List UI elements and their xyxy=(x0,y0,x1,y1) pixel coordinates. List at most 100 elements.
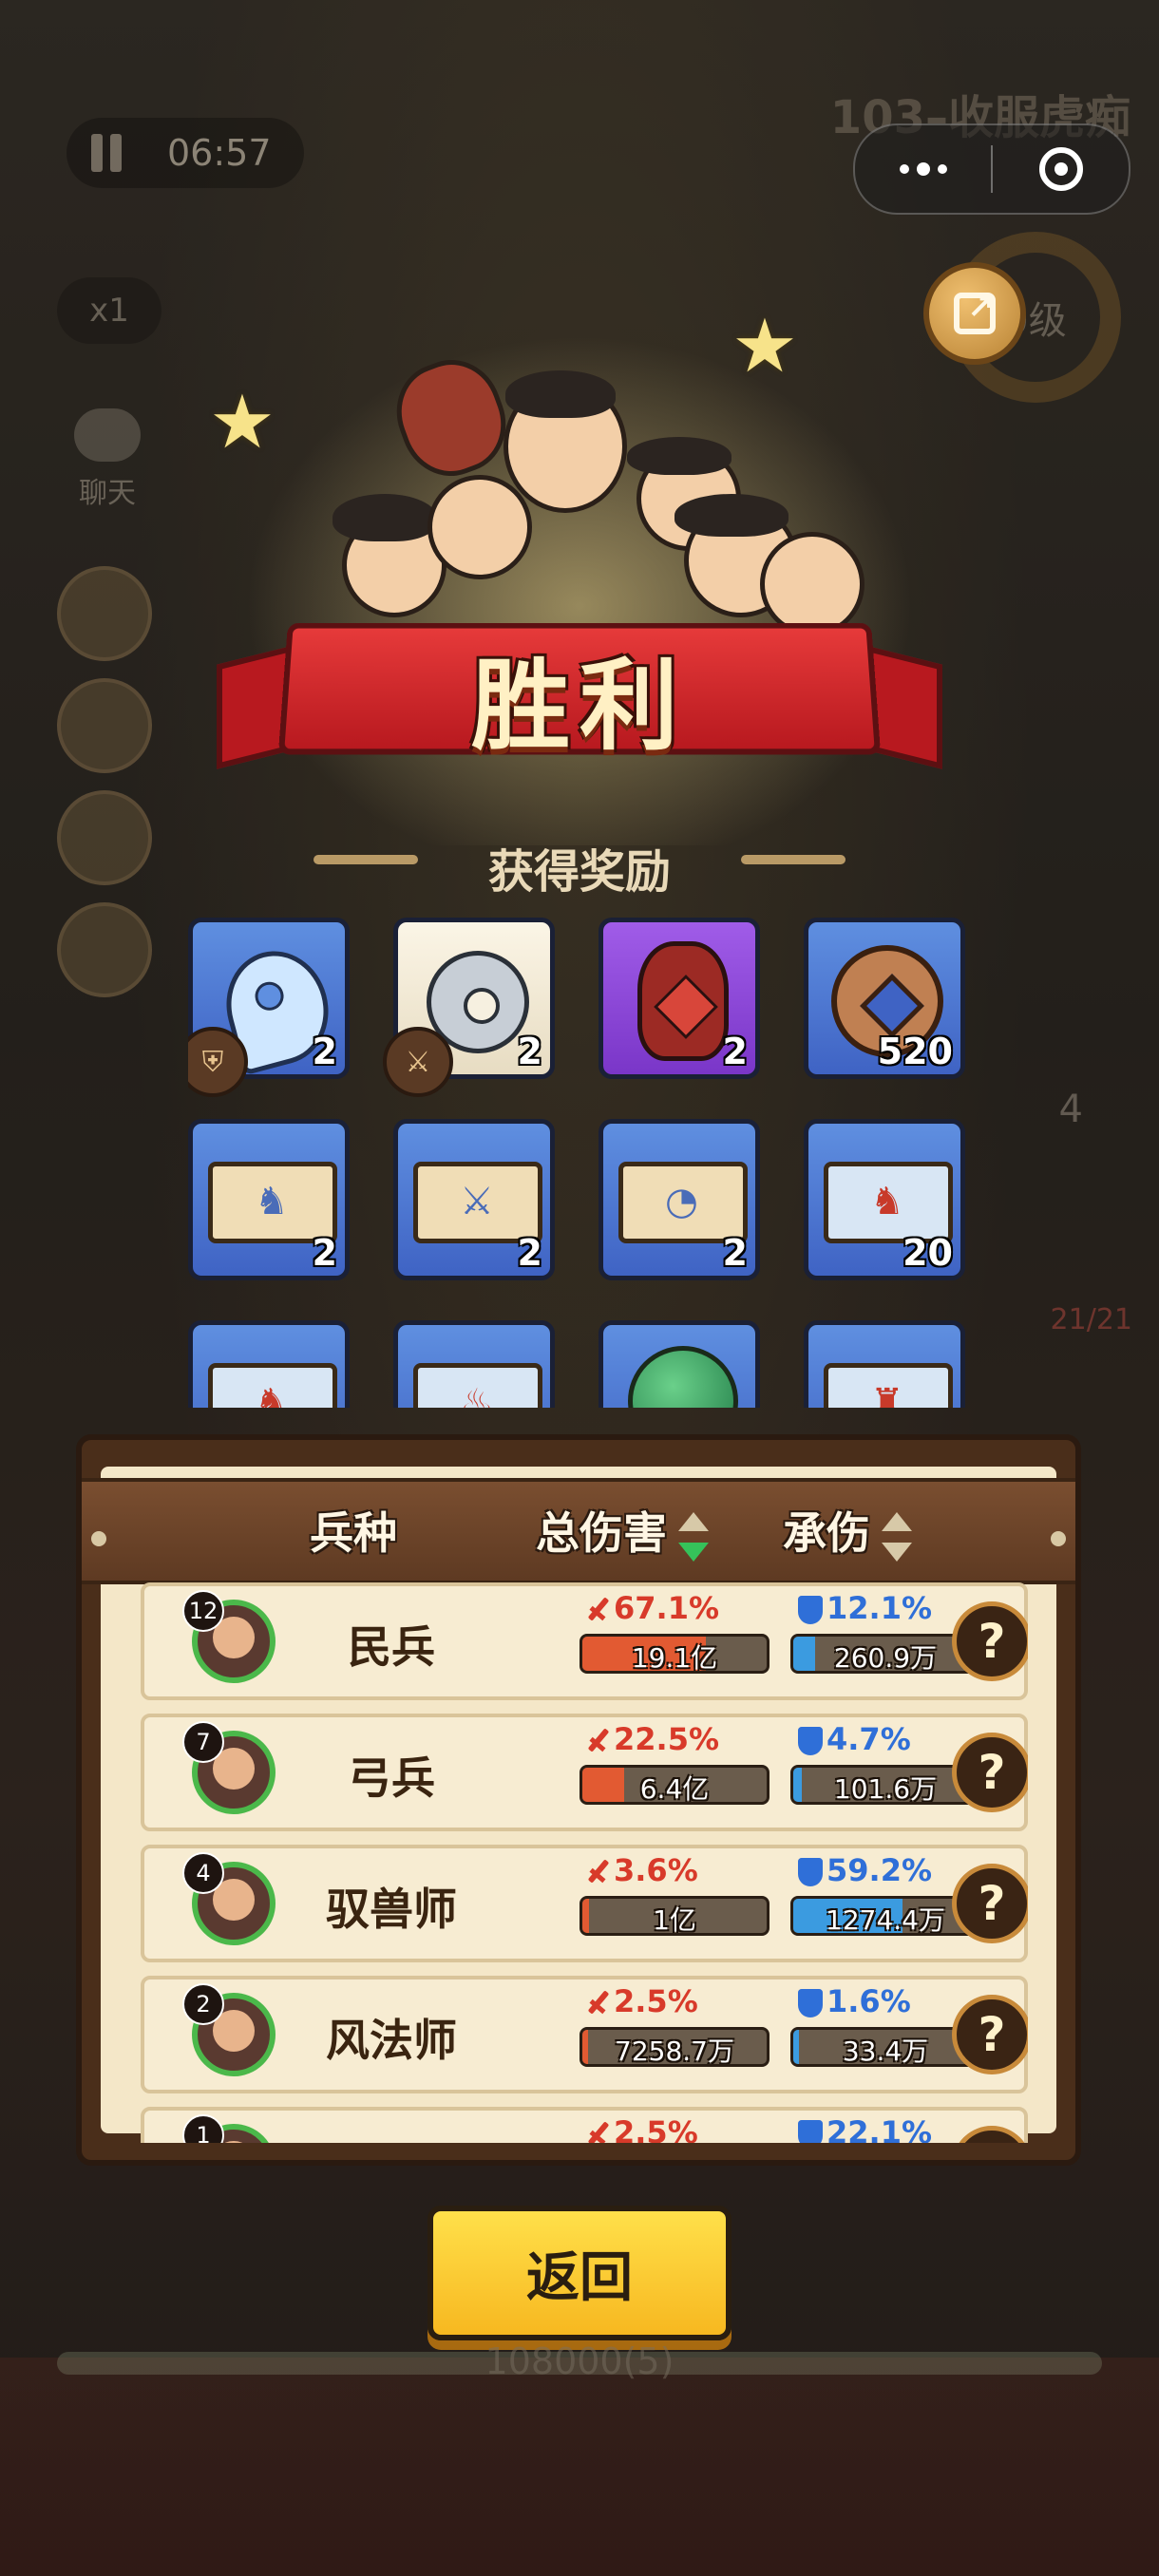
reward-grid: 2 ⛨ 2 ⚔ 2 520 ♞ 2 ⚔ 2 ◔ 2 ♞ 20 ♞ ♨ ♜ xyxy=(188,918,971,1408)
help-button[interactable]: ? xyxy=(952,1864,1028,1943)
raised-jar-art xyxy=(382,346,521,490)
side-hero-list xyxy=(57,566,152,1014)
taken-value: 260.9万 xyxy=(833,1642,938,1674)
damage-percent: 2.5% xyxy=(585,2114,698,2143)
reward-item[interactable]: ♨ xyxy=(393,1320,555,1408)
ground-decoration xyxy=(0,2358,1159,2576)
taken-percent: 12.1% xyxy=(798,1590,932,1626)
unit-name: 弓兵 xyxy=(348,1752,435,1804)
header-rivet xyxy=(91,1531,106,1546)
damage-value: 19.1亿 xyxy=(631,1642,718,1674)
damage-bar: 6.4亿 xyxy=(580,1765,770,1805)
side-hero-avatar xyxy=(57,902,152,997)
stats-rows[interactable]: 12 民兵 67.1% 19.1亿 12.1% 260.9万 ? 7 弓兵 22… xyxy=(141,1582,1028,2143)
reward-title: 获得奖励 xyxy=(487,845,671,899)
reward-item[interactable] xyxy=(598,1320,760,1408)
back-button[interactable]: 返回 xyxy=(428,2206,732,2340)
help-button[interactable]: ? xyxy=(952,1601,1028,1681)
reward-item[interactable]: ♞ xyxy=(188,1320,350,1408)
side-hero-avatar xyxy=(57,678,152,773)
sword-icon xyxy=(585,1596,610,1624)
close-miniprogram-icon[interactable] xyxy=(993,147,1129,191)
taken-percent: 1.6% xyxy=(798,1983,911,2019)
victory-banner: 胜利 xyxy=(217,614,942,781)
reward-item[interactable]: 2 ⚔ xyxy=(383,918,555,1097)
help-button[interactable]: ? xyxy=(952,1733,1028,1812)
damage-header-label: 总伤害 xyxy=(536,1507,667,1559)
speed-button[interactable]: x1 xyxy=(57,277,162,344)
damage-bar: 19.1亿 xyxy=(580,1634,770,1674)
beast-scroll-icon: ♞ xyxy=(208,1363,337,1408)
taken-percent-text: 4.7% xyxy=(826,1721,911,1757)
unit-level-badge: 2 xyxy=(182,1983,224,2025)
reward-item[interactable]: ⚔ 2 xyxy=(393,1119,555,1280)
character-hair xyxy=(627,437,732,475)
header-rivet xyxy=(1051,1531,1066,1546)
unit-column-header: 兵种 xyxy=(310,1507,397,1559)
taken-percent-text: 12.1% xyxy=(826,1590,933,1626)
damage-column-header[interactable]: 总伤害 xyxy=(536,1499,712,1562)
reward-qty: 2 xyxy=(517,1031,542,1072)
reward-item[interactable]: 2 xyxy=(598,918,760,1079)
unit-row: 4 驭兽师 3.6% 1亿 59.2% 1274.4万 ? xyxy=(141,1845,1028,1962)
reward-qty: 520 xyxy=(877,1031,953,1072)
unit-row: 2 风法师 2.5% 7258.7万 1.6% 33.4万 ? xyxy=(141,1976,1028,2093)
unit-level-badge: 7 xyxy=(182,1721,224,1763)
stats-header: 兵种 总伤害 承伤 xyxy=(82,1478,1075,1584)
damage-percent: 3.6% xyxy=(585,1852,698,1888)
reward-qty: 2 xyxy=(312,1232,337,1274)
more-icon[interactable] xyxy=(855,162,991,176)
star-icon: ★ xyxy=(209,380,276,465)
shield-icon xyxy=(798,1596,823,1624)
shield-icon xyxy=(798,1989,823,2017)
reward-item[interactable]: ♞ 2 xyxy=(188,1119,350,1280)
taken-percent-text: 59.2% xyxy=(826,1852,933,1888)
reward-item[interactable]: ◔ 2 xyxy=(598,1119,760,1280)
sort-icon xyxy=(878,1511,916,1562)
character-head xyxy=(428,475,532,579)
reward-item[interactable]: 520 xyxy=(804,918,965,1079)
unit-name: 驭兽师 xyxy=(326,1884,457,1935)
damage-value: 1亿 xyxy=(653,1904,696,1936)
sword-icon xyxy=(585,2120,610,2143)
green-orb-icon xyxy=(628,1346,738,1408)
star-icon: ★ xyxy=(732,304,798,389)
taken-percent-text: 1.6% xyxy=(826,1983,911,2019)
sword-icon xyxy=(585,1989,610,2017)
damage-percent-text: 3.6% xyxy=(614,1852,698,1888)
damage-percent: 22.5% xyxy=(585,1721,719,1757)
reward-qty: 2 xyxy=(722,1031,748,1072)
pause-icon[interactable] xyxy=(89,134,124,172)
damage-percent: 67.1% xyxy=(585,1590,719,1626)
damage-percent-text: 2.5% xyxy=(614,1983,698,2019)
reward-item[interactable]: ♞ 20 xyxy=(804,1119,965,1280)
battle-timer: 06:57 xyxy=(167,132,272,174)
unit-row: 12 民兵 67.1% 19.1亿 12.1% 260.9万 ? xyxy=(141,1582,1028,1700)
troop-count: 21/21 xyxy=(1050,1303,1132,1336)
shield-icon xyxy=(798,1858,823,1886)
damage-bar: 7258.7万 xyxy=(580,2027,770,2067)
damage-percent: 2.5% xyxy=(585,1983,698,2019)
taken-header-label: 承伤 xyxy=(783,1507,870,1559)
reward-qty: 2 xyxy=(312,1031,337,1072)
character-hair xyxy=(674,494,788,537)
reward-item[interactable]: ♜ xyxy=(804,1320,965,1408)
help-button[interactable]: ? xyxy=(952,1995,1028,2074)
taken-value: 33.4万 xyxy=(842,2036,929,2067)
damage-percent-text: 2.5% xyxy=(614,2114,698,2143)
help-button[interactable]: ? xyxy=(952,2126,1028,2143)
chat-icon xyxy=(74,408,141,462)
fire-scroll-icon: ♨ xyxy=(413,1363,542,1408)
unit-level-badge: 4 xyxy=(182,1852,224,1894)
sword-icon xyxy=(585,1858,610,1886)
reward-item[interactable]: 2 ⛨ xyxy=(188,918,350,1097)
damage-value: 6.4亿 xyxy=(639,1773,710,1805)
taken-percent-text: 22.1% xyxy=(826,2114,933,2143)
taken-column-header[interactable]: 承伤 xyxy=(783,1499,916,1562)
battle-stats-panel: 兵种 总伤害 承伤 12 民兵 67.1% 19.1亿 12.1% 260.9万… xyxy=(76,1434,1081,2166)
unit-level-badge: 1 xyxy=(182,2114,224,2143)
chat-button[interactable]: 聊天 xyxy=(55,408,160,522)
taken-value: 101.6万 xyxy=(833,1773,938,1805)
sword-icon xyxy=(585,1727,610,1755)
chat-label: 聊天 xyxy=(79,477,136,510)
